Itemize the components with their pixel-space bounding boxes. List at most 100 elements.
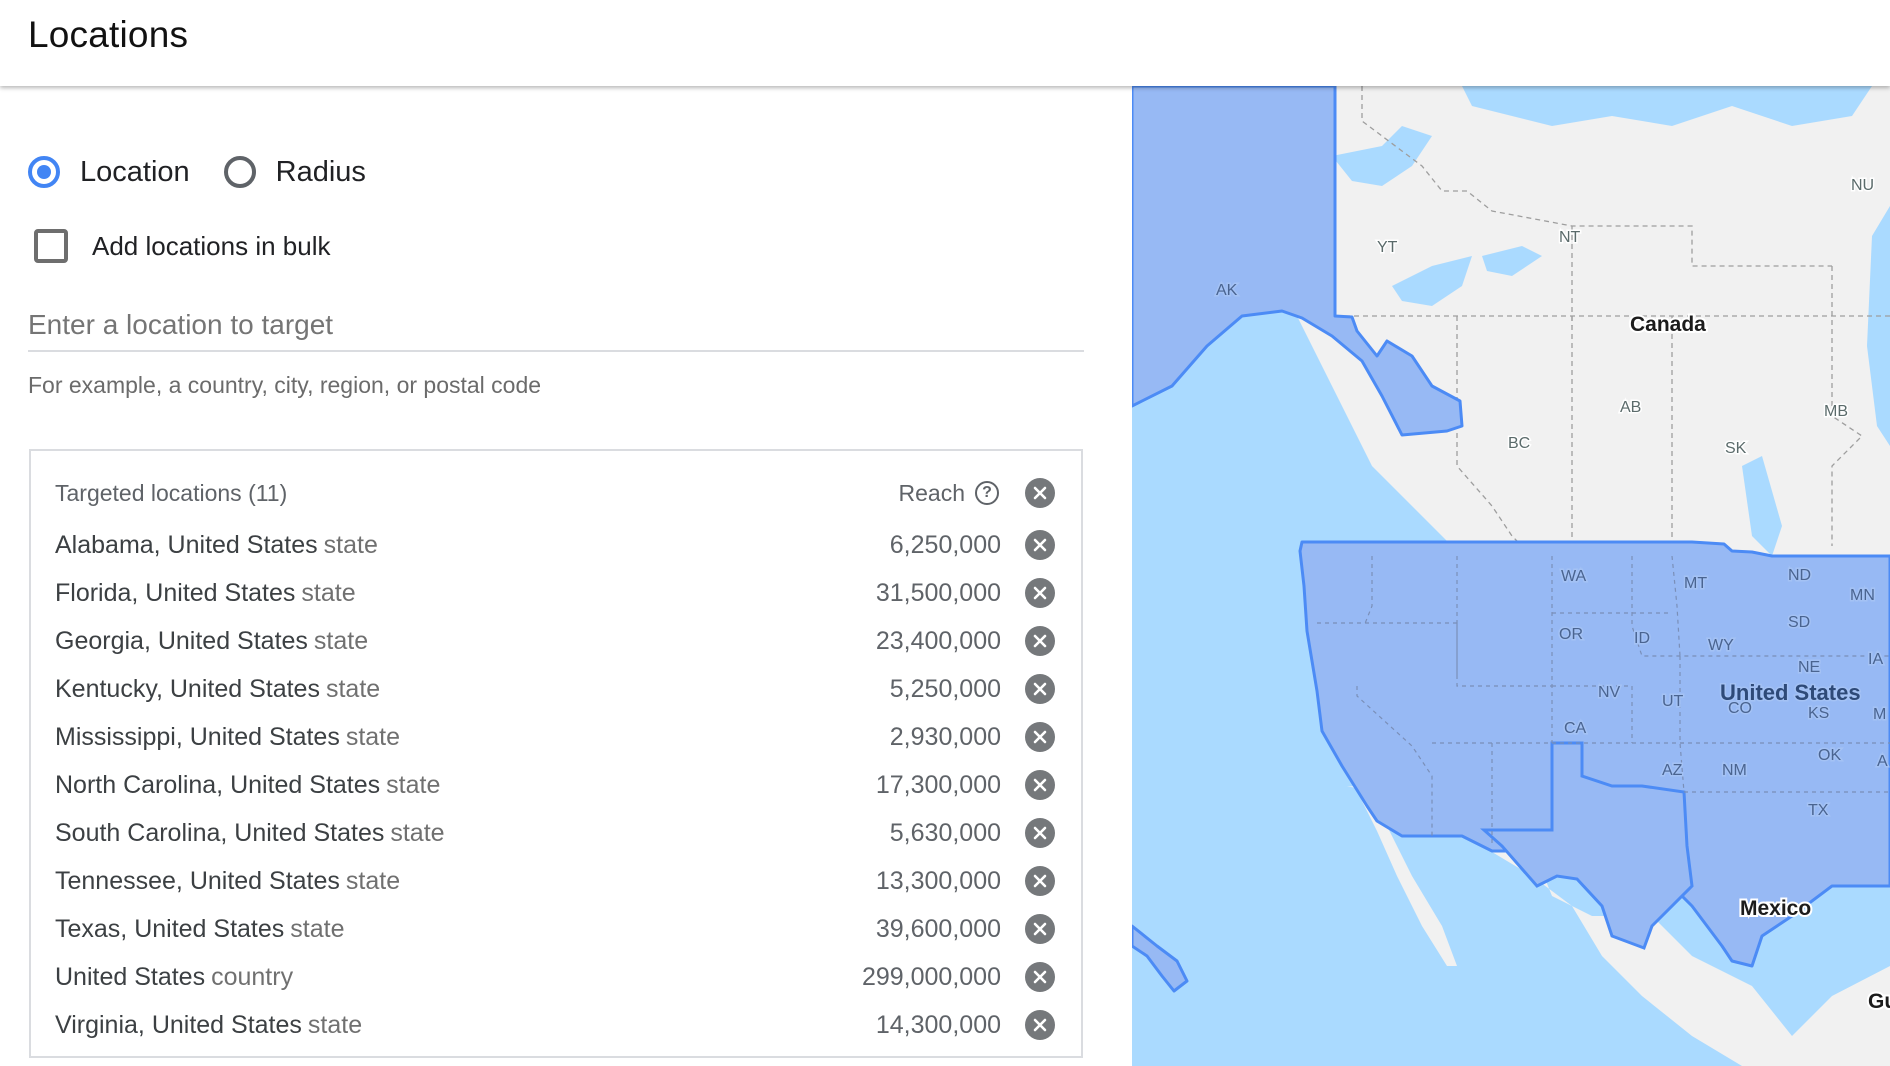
remove-location-button[interactable] <box>1025 914 1055 944</box>
location-type: state <box>386 770 441 799</box>
targeted-location-row: Mississippi, United States state 2,930,000 <box>55 713 1055 761</box>
location-name-text: South Carolina, United States <box>55 818 385 847</box>
location-name-text: Mississippi, United States <box>55 722 340 751</box>
help-circle-icon[interactable]: ? <box>975 481 999 505</box>
location-reach: 5,630,000 <box>889 818 1001 847</box>
bulk-locations-checkbox[interactable] <box>34 229 68 263</box>
location-type: state <box>345 722 401 751</box>
location-reach: 13,300,000 <box>875 866 1001 895</box>
close-icon <box>1033 922 1047 936</box>
map-label-or: OR <box>1559 626 1583 643</box>
map-label-bc: BC <box>1508 435 1530 452</box>
location-type: state <box>313 626 369 655</box>
location-name: Georgia, United States state <box>55 627 876 656</box>
map-label-ut: UT <box>1662 693 1684 710</box>
page-title: Locations <box>28 14 189 55</box>
targeted-location-row: Alabama, United States state 6,250,000 <box>55 521 1055 569</box>
targeted-location-row: Texas, United States state 39,600,000 <box>55 905 1055 953</box>
map-label-ok: OK <box>1818 747 1841 764</box>
map-label-nt: NT <box>1559 229 1581 246</box>
page-header: Locations <box>0 0 1890 86</box>
location-type: state <box>390 818 445 847</box>
location-search-hint: For example, a country, city, region, or… <box>28 372 542 398</box>
location-type: state <box>345 866 401 895</box>
map-view[interactable]: AK YT NT NU Canada BC AB SK MB WA OR CA … <box>1132 86 1890 1066</box>
location-name-text: Kentucky, United States <box>55 674 320 703</box>
targeted-location-row: United States country 299,000,000 <box>55 953 1055 1001</box>
map-label-ca: CA <box>1564 720 1587 737</box>
remove-location-button[interactable] <box>1025 866 1055 896</box>
targeted-location-row: Kentucky, United States state 5,250,000 <box>55 665 1055 713</box>
location-name: United States country <box>55 963 862 992</box>
location-name: Mississippi, United States state <box>55 723 890 752</box>
location-search-input[interactable] <box>28 300 1084 352</box>
bulk-locations-row: Add locations in bulk <box>34 226 330 266</box>
close-icon <box>1033 682 1047 696</box>
remove-location-button[interactable] <box>1025 578 1055 608</box>
remove-location-button[interactable] <box>1025 722 1055 752</box>
location-name-text: Tennessee, United States <box>55 866 340 895</box>
radius-radio-label[interactable]: Radius <box>276 156 366 189</box>
map-label-tx: TX <box>1808 802 1829 819</box>
map-label-wy: WY <box>1708 637 1734 654</box>
map-label-sd: SD <box>1788 614 1810 631</box>
targeted-locations-title: Targeted locations (11) <box>55 479 288 506</box>
map-label-mn: MN <box>1850 587 1875 604</box>
map-label-ne: NE <box>1798 659 1820 676</box>
close-icon <box>1033 634 1047 648</box>
location-type: state <box>323 530 378 559</box>
remove-all-button[interactable] <box>1025 478 1055 508</box>
map-label-united-states: United States <box>1720 680 1861 705</box>
location-radio-label[interactable]: Location <box>80 156 190 189</box>
remove-location-button[interactable] <box>1025 962 1055 992</box>
location-reach: 17,300,000 <box>875 770 1001 799</box>
location-name: Kentucky, United States state <box>55 675 890 704</box>
location-name-text: Alabama, United States <box>55 530 318 559</box>
close-icon <box>1033 874 1047 888</box>
map-label-az: AZ <box>1662 762 1683 779</box>
map-label-wa: WA <box>1561 568 1587 585</box>
map-label-canada: Canada <box>1630 313 1706 336</box>
remove-location-button[interactable] <box>1025 770 1055 800</box>
map-label-mexico: Mexico <box>1740 897 1811 920</box>
location-name: North Carolina, United States state <box>55 771 876 800</box>
location-type: state <box>325 674 381 703</box>
map-label-ar: A <box>1877 753 1888 770</box>
location-name-text: Texas, United States <box>55 914 285 943</box>
targeted-location-row: Tennessee, United States state 13,300,000 <box>55 857 1055 905</box>
location-type: country <box>211 962 294 991</box>
location-type: state <box>290 914 345 943</box>
map-label-ak: AK <box>1216 282 1238 299</box>
targeted-locations-header: Targeted locations (11) Reach ? <box>55 473 1055 513</box>
close-icon <box>1033 778 1047 792</box>
map-label-nd: ND <box>1788 567 1811 584</box>
location-radio[interactable] <box>28 156 60 188</box>
map-canvas[interactable]: AK YT NT NU Canada BC AB SK MB WA OR CA … <box>1132 86 1890 1066</box>
location-name: South Carolina, United States state <box>55 819 890 848</box>
remove-location-button[interactable] <box>1025 1010 1055 1040</box>
location-name-text: United States <box>55 962 206 991</box>
remove-location-button[interactable] <box>1025 530 1055 560</box>
location-name-text: Georgia, United States <box>55 626 308 655</box>
bulk-locations-label[interactable]: Add locations in bulk <box>92 231 330 262</box>
close-icon <box>1033 826 1047 840</box>
remove-location-button[interactable] <box>1025 626 1055 656</box>
map-label-sk: SK <box>1725 440 1747 457</box>
location-reach: 14,300,000 <box>875 1010 1001 1039</box>
remove-location-button[interactable] <box>1025 818 1055 848</box>
remove-location-button[interactable] <box>1025 674 1055 704</box>
radius-radio[interactable] <box>223 156 256 188</box>
targeting-mode-group: Location Radius <box>28 150 400 194</box>
location-name-text: North Carolina, United States <box>55 770 381 799</box>
map-label-yt: YT <box>1377 239 1398 256</box>
location-name: Florida, United States state <box>55 579 876 608</box>
map-label-ab: AB <box>1620 399 1641 416</box>
map-label-nv: NV <box>1598 684 1621 701</box>
location-settings-panel: Location Radius Add locations in bulk Fo… <box>0 86 1132 1066</box>
location-reach: 5,250,000 <box>889 674 1001 703</box>
location-type: state <box>307 1010 363 1039</box>
map-label-mt: MT <box>1684 575 1707 592</box>
targeted-location-row: Florida, United States state 31,500,000 <box>55 569 1055 617</box>
map-label-ia: IA <box>1868 651 1883 668</box>
location-name: Virginia, United States state <box>55 1011 876 1040</box>
